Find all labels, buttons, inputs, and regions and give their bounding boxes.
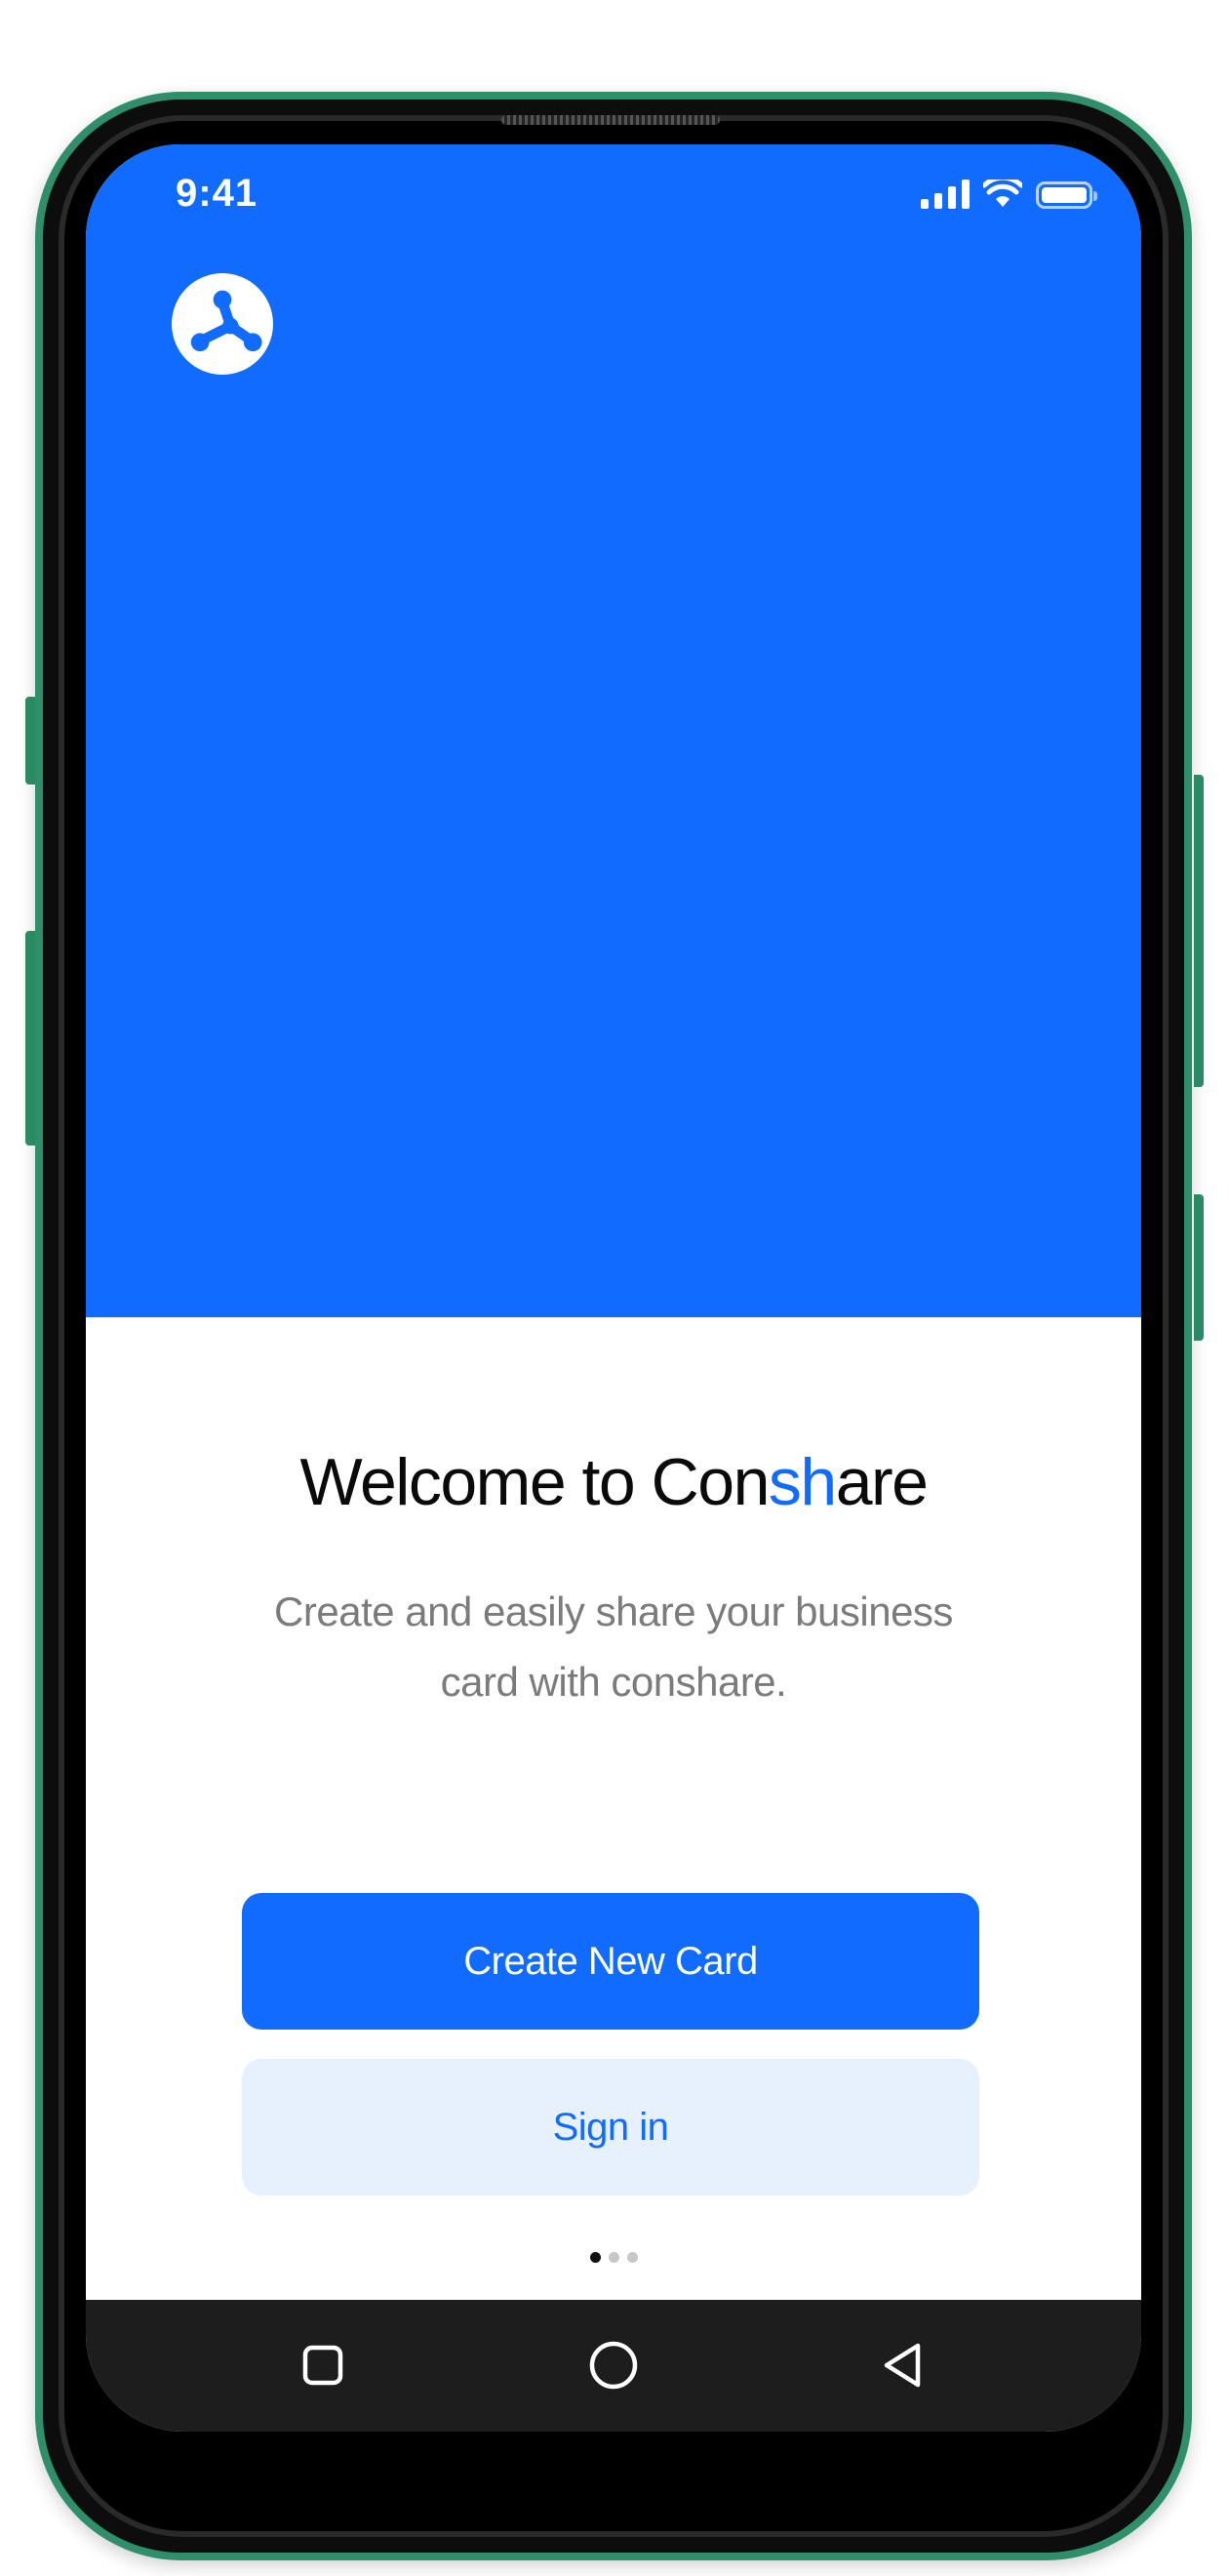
title-text-end: are xyxy=(835,1445,929,1519)
welcome-section: Welcome to Conshare Create and easily sh… xyxy=(86,1317,1141,2300)
welcome-subtitle: Create and easily share your business ca… xyxy=(274,1589,953,1705)
status-time: 9:41 xyxy=(176,172,258,215)
wifi-icon xyxy=(983,180,1022,207)
status-icons xyxy=(921,180,1097,209)
signal-icon xyxy=(921,180,970,209)
back-icon xyxy=(884,2343,921,2388)
back-button[interactable] xyxy=(868,2331,936,2399)
create-new-card-button[interactable]: Create New Card xyxy=(242,1893,979,2030)
app-screen: 9:41 Welcome to Conshare Create and easi… xyxy=(86,144,1141,2432)
page-dot[interactable] xyxy=(608,2252,619,2263)
sign-in-button[interactable]: Sign in xyxy=(242,2059,979,2195)
recent-apps-icon xyxy=(302,2345,343,2386)
title-text: Welcome to Con xyxy=(299,1445,770,1519)
side-button xyxy=(25,931,35,1146)
title-accent-text: sh xyxy=(768,1445,837,1519)
home-icon xyxy=(589,2341,638,2390)
home-button[interactable] xyxy=(579,2331,648,2399)
earpiece-speaker xyxy=(501,115,720,125)
page-dot[interactable] xyxy=(626,2252,638,2263)
page-indicator xyxy=(86,2252,1141,2263)
volume-button xyxy=(1194,775,1204,1087)
recent-apps-button[interactable] xyxy=(289,2331,357,2399)
status-bar: 9:41 xyxy=(86,144,1141,242)
power-button xyxy=(1194,1194,1204,1341)
battery-icon xyxy=(1036,181,1097,209)
welcome-title: Welcome to Conshare xyxy=(86,1444,1141,1520)
page-dot[interactable] xyxy=(589,2252,601,2263)
side-button xyxy=(25,697,35,785)
conshare-logo-icon xyxy=(172,273,273,375)
android-nav-bar xyxy=(86,2300,1141,2432)
